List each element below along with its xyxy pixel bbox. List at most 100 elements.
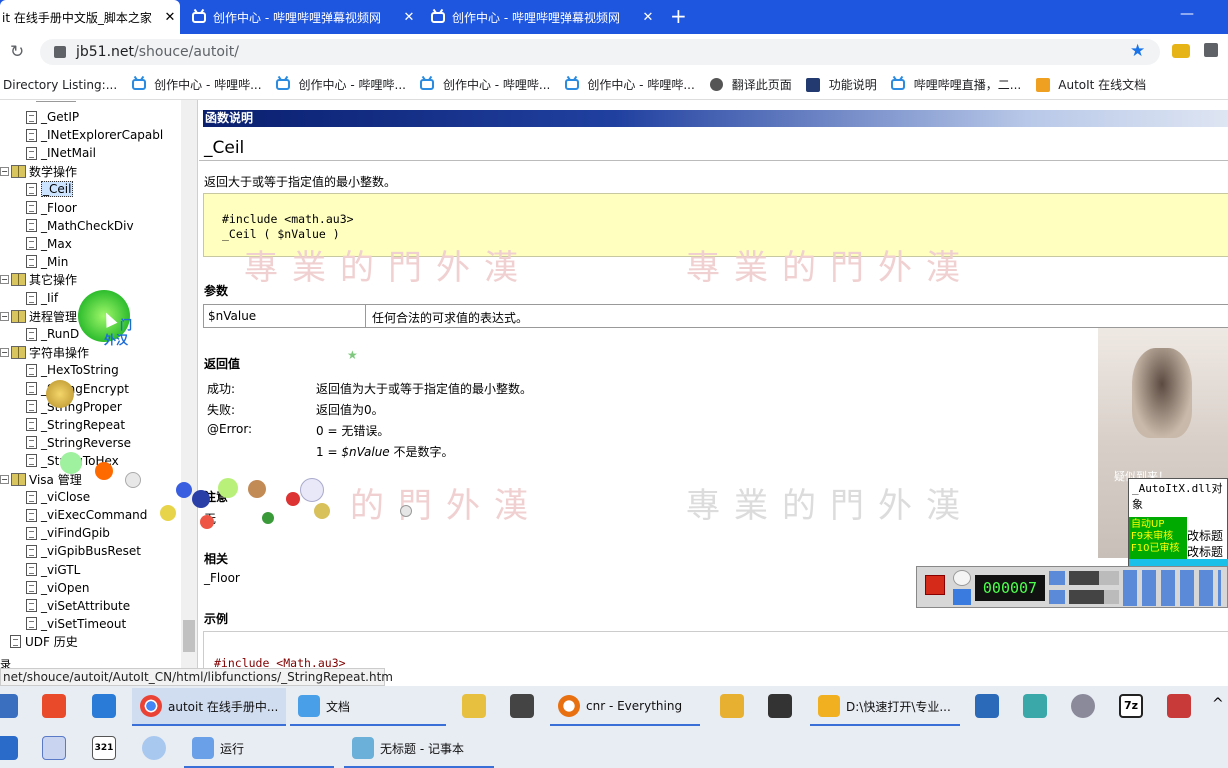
tree-item[interactable]: _RunD <box>26 325 79 343</box>
tree-folder[interactable]: − 进程管理 <box>0 307 77 325</box>
app-icon[interactable] <box>768 694 792 718</box>
taskbar-docs[interactable]: 文档 <box>290 688 446 726</box>
bookmark-directory-listing[interactable]: Directory Listing:... <box>3 78 117 92</box>
bookmark-bilibili-3[interactable]: 创作中心 - 哔哩哔... <box>420 76 550 93</box>
app-icon[interactable] <box>142 736 166 760</box>
taskbar-explorer[interactable]: D:\快速打开\专业... <box>810 688 960 726</box>
tree-item[interactable]: _viExecCommand <box>26 506 147 524</box>
address-bar[interactable]: jb51.net/shouce/autoit/ <box>40 39 1160 65</box>
minimize-button[interactable]: — <box>1180 6 1194 22</box>
tree-item[interactable]: _GetIP <box>26 108 79 126</box>
bookmark-function-doc[interactable]: 功能说明 <box>806 76 877 93</box>
tree-item[interactable]: _StringRepeat <box>26 416 125 434</box>
app-icon[interactable] <box>42 694 66 718</box>
lock-icon[interactable] <box>54 46 66 58</box>
tree-collapse-icon[interactable]: − <box>0 347 9 357</box>
tree-item[interactable]: _viFindGpib <box>26 524 110 542</box>
app-icon[interactable] <box>462 694 486 718</box>
reload-icon[interactable]: ↻ <box>10 42 24 62</box>
speaker-volume-meter[interactable] <box>1069 571 1119 585</box>
tree-item[interactable]: _Max <box>26 235 72 253</box>
bookmark-autoit-docs[interactable]: AutoIt 在线文档 <box>1035 76 1146 93</box>
bookmark-bilibili-live[interactable]: 哔哩哔哩直播，二... <box>891 76 1021 93</box>
close-tab-icon[interactable]: ✕ <box>160 10 180 25</box>
tree-item-label: _RunD <box>41 327 80 342</box>
timer-clock-icon[interactable] <box>953 570 971 586</box>
tree-scrollbar-thumb[interactable] <box>183 620 195 652</box>
bookmark-label: 创作中心 - 哔哩哔... <box>587 78 695 92</box>
tree-item-label: UDF 历史 <box>25 635 78 650</box>
tab-jb51[interactable]: it 在线手册中文版_脚本之家 ✕ <box>0 0 180 34</box>
record-stop-button[interactable] <box>925 575 945 595</box>
tree-item[interactable]: _MathCheckDiv <box>26 217 134 235</box>
tree-item[interactable]: _Iif <box>26 289 58 307</box>
bookmark-label: 哔哩哔哩直播，二... <box>913 78 1022 92</box>
tray-expand-icon[interactable]: ^ <box>1212 696 1224 712</box>
bookmark-star-icon[interactable]: ★ <box>1130 41 1145 61</box>
7zip-icon[interactable]: 7z <box>1119 694 1143 718</box>
pause-button[interactable] <box>953 589 971 605</box>
tree-item[interactable]: _INetExplorerCapabl <box>26 126 163 144</box>
tree-item[interactable]: _StringEncrypt <box>26 380 129 398</box>
tree-collapse-icon[interactable]: − <box>0 311 9 321</box>
app-icon[interactable] <box>975 694 999 718</box>
tree-item[interactable]: _HexToString <box>26 361 119 379</box>
extension-icon[interactable] <box>1172 44 1190 58</box>
tree-item-label: _Min <box>41 254 69 269</box>
tree-folder[interactable]: − 数学操作 <box>0 162 77 180</box>
rename-title-button[interactable]: 改标题 <box>1187 543 1223 560</box>
tree-item[interactable]: _viGTL <box>26 561 80 579</box>
tree-scrollbar[interactable] <box>181 100 197 668</box>
related-link[interactable]: _Floor <box>204 571 240 585</box>
app-icon[interactable] <box>510 694 534 718</box>
rename-title-button[interactable]: 改标题 <box>1187 527 1223 544</box>
bookmark-translate[interactable]: 翻译此页面 <box>709 76 792 93</box>
new-tab-button[interactable]: + <box>670 4 687 28</box>
mic-volume-meter[interactable] <box>1069 590 1119 604</box>
bookmark-bilibili-4[interactable]: 创作中心 - 哔哩哔... <box>564 76 695 93</box>
app-icon[interactable] <box>0 694 18 718</box>
app-icon[interactable] <box>1071 694 1095 718</box>
tree-item[interactable]: _viClose <box>26 488 90 506</box>
app-icon[interactable] <box>1167 694 1191 718</box>
speaker-icon[interactable] <box>1049 571 1065 585</box>
tree-item[interactable]: _StringProper <box>26 398 122 416</box>
tree-folder[interactable]: − 字符串操作 <box>0 343 89 361</box>
app-icon[interactable] <box>720 694 744 718</box>
tree-item[interactable]: _viOpen <box>26 579 90 597</box>
tree-item-label: _GetIP <box>41 110 80 124</box>
tree-folder[interactable]: − 其它操作 <box>0 271 77 289</box>
close-tab-icon[interactable]: ✕ <box>638 10 658 25</box>
taskbar-chrome[interactable]: autoit 在线手册中... <box>132 688 286 726</box>
tree-collapse-icon[interactable]: − <box>0 474 9 484</box>
tree-item[interactable]: _INetMail <box>26 144 96 162</box>
tree-item[interactable]: _viSetTimeout <box>26 615 126 633</box>
tree-item[interactable]: _Min <box>26 253 68 271</box>
app-icon[interactable] <box>1023 694 1047 718</box>
taskbar-everything[interactable]: cnr - Everything <box>550 688 700 726</box>
close-tab-icon[interactable]: ✕ <box>399 10 419 25</box>
bookmark-bilibili-1[interactable]: 创作中心 - 哔哩哔... <box>131 76 262 93</box>
taskbar-label: 无标题 - 记事本 <box>380 741 464 756</box>
tab-bilibili-2[interactable]: 创作中心 - 哔哩哔哩弹幕视频网 ✕ <box>420 0 658 34</box>
bookmark-bilibili-2[interactable]: 创作中心 - 哔哩哔... <box>276 76 406 93</box>
tree-collapse-icon[interactable]: − <box>0 275 9 285</box>
tree-item[interactable]: _Ceil <box>26 180 74 198</box>
app-icon[interactable] <box>42 736 66 760</box>
app-icon[interactable] <box>0 736 18 760</box>
translate-icon <box>709 77 724 92</box>
calendar-icon[interactable]: 321 <box>92 736 116 760</box>
taskbar-run[interactable]: 运行 <box>184 730 334 768</box>
puzzle-extensions-icon[interactable] <box>1204 43 1218 57</box>
tab-bilibili-1[interactable]: 创作中心 - 哔哩哔哩弹幕视频网 ✕ <box>181 0 419 34</box>
tree-item[interactable]: _Floor <box>26 199 77 217</box>
tree-collapse-icon[interactable]: − <box>0 166 9 176</box>
app-icon[interactable] <box>92 694 116 718</box>
tree-item[interactable]: _viGpibBusReset <box>26 542 141 560</box>
taskbar-notepad[interactable]: 无标题 - 记事本 <box>344 730 494 768</box>
microphone-icon[interactable] <box>1049 590 1065 604</box>
tree-item[interactable]: _viSetAttribute <box>26 597 130 615</box>
tree-item[interactable]: UDF 历史 <box>10 633 78 651</box>
recorder-toolbar-icons[interactable] <box>1123 570 1221 606</box>
tree-item[interactable]: _StringReverse <box>26 434 131 452</box>
